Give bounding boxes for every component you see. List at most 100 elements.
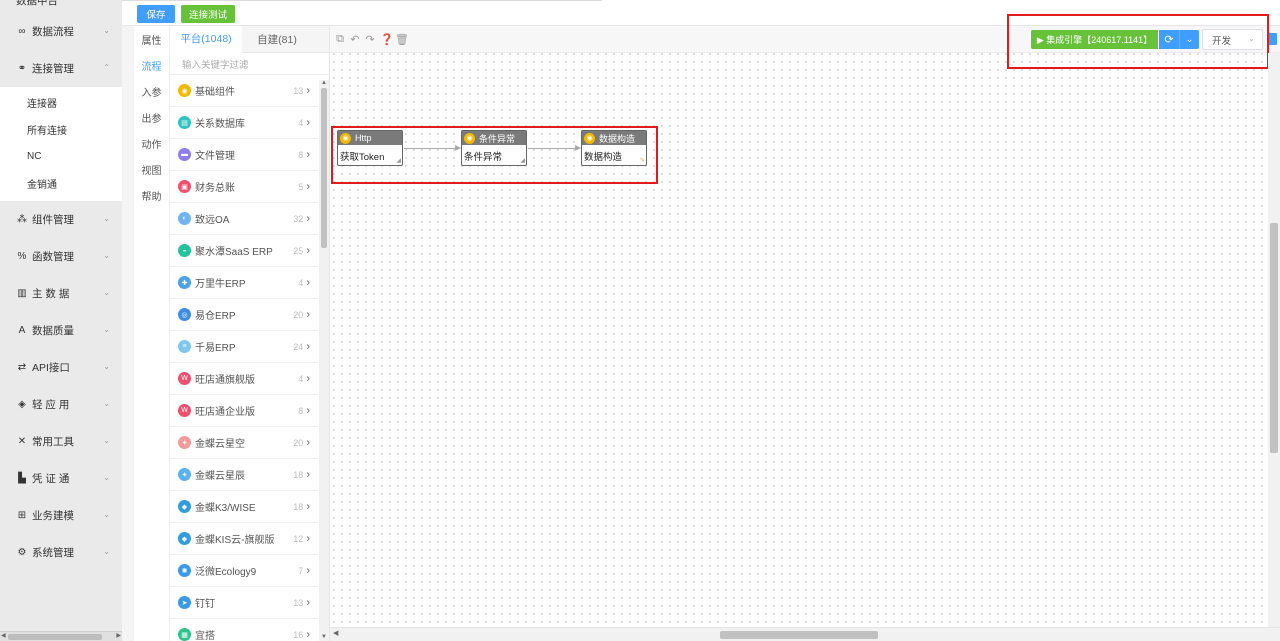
component-category-name: 财务总账: [195, 183, 235, 194]
component-category-item[interactable]: W 旺店通企业版 8: [170, 395, 318, 427]
chevron-down-icon: ⌄: [103, 362, 110, 371]
component-category-icon: ✚: [178, 276, 191, 289]
sidebar-item-tools[interactable]: ✕ 常用工具 ⌄: [0, 423, 122, 460]
sidebar-item-data-quality[interactable]: A 数据质量 ⌄: [0, 312, 122, 349]
component-category-item[interactable]: ◆ 金蝶KIS云-旗舰版 12: [170, 523, 318, 555]
sidebar-item-partial[interactable]: 数据中台: [0, 0, 122, 13]
help-icon[interactable]: ❓: [380, 33, 394, 46]
scrollbar-thumb[interactable]: [321, 88, 327, 248]
sidebar-item-master-data[interactable]: ▥ 主 数 据 ⌄: [0, 275, 122, 312]
connection-test-button[interactable]: 连接测试: [181, 5, 235, 23]
component-category-name: 金蝶云星空: [195, 439, 245, 450]
component-category-item[interactable]: ≡ 千易ERP 24: [170, 331, 318, 363]
scroll-left-icon[interactable]: ◀: [1, 632, 6, 639]
scrollbar-thumb[interactable]: [1270, 223, 1278, 453]
component-category-icon: W: [178, 372, 191, 385]
component-category-item[interactable]: ◒ 聚水潭SaaS ERP 25: [170, 235, 318, 267]
link-icon: ⚭: [17, 63, 27, 74]
component-panel: 平台(1048) 自建(81) 输入关键字过滤 ◉ 基础组件 13 ▤ 关系数据库 4 ▬ 文…: [170, 26, 330, 641]
component-category-name: 易仓ERP: [195, 311, 236, 322]
scroll-up-icon[interactable]: ▲: [321, 80, 327, 86]
scroll-right-icon[interactable]: ▶: [116, 632, 121, 639]
canvas-horizontal-scrollbar[interactable]: ◀: [330, 627, 1280, 641]
sidebar-item-business-modeling[interactable]: ⊞ 业务建模 ⌄: [0, 497, 122, 534]
component-category-name: 千易ERP: [195, 343, 236, 354]
component-category-count: 4: [298, 277, 310, 289]
component-category-item[interactable]: ✺ 泛微Ecology9 7: [170, 555, 318, 587]
chevron-down-icon: ⌄: [103, 510, 110, 519]
tab-custom[interactable]: 自建(81): [242, 26, 312, 53]
tab-output-params[interactable]: 出参: [134, 104, 169, 130]
component-category-item[interactable]: ➤ 钉钉 13: [170, 587, 318, 619]
sidebar-item-function-management[interactable]: % 函数管理 ⌄: [0, 238, 122, 275]
component-category-count: 7: [298, 565, 310, 577]
redo-icon[interactable]: ↷: [364, 33, 376, 46]
component-category-count: 32: [293, 213, 310, 225]
panel-tabs: 属性 流程 入参 出参 动作 视图 帮助: [134, 26, 170, 641]
sidebar-horizontal-scrollbar[interactable]: ◀ ▶: [0, 631, 122, 641]
component-category-count: 25: [293, 245, 310, 257]
component-category-icon: ✦: [178, 436, 191, 449]
components-icon: ⁂: [17, 214, 27, 225]
grid-icon: ⊞: [17, 510, 27, 521]
sidebar-item-connection-management[interactable]: ⚭ 连接管理 ⌃: [0, 50, 122, 87]
component-category-item[interactable]: ✦ 金蝶云星辰 18: [170, 459, 318, 491]
chevron-down-icon: ⌄: [103, 473, 110, 482]
tab-platform[interactable]: 平台(1048): [170, 26, 242, 53]
component-category-icon: ✺: [178, 564, 191, 577]
component-category-item[interactable]: ✚ 万里牛ERP 4: [170, 267, 318, 299]
tab-flow[interactable]: 流程: [134, 52, 169, 78]
sidebar-item-voucher[interactable]: ▙ 凭 证 通 ⌄: [0, 460, 122, 497]
component-category-item[interactable]: ◉ 基础组件 13: [170, 75, 318, 107]
component-category-item[interactable]: ◎ 易仓ERP 20: [170, 299, 318, 331]
tab-view[interactable]: 视图: [134, 156, 169, 182]
flow-canvas[interactable]: [330, 26, 1280, 641]
sidebar-subitem-all-connections[interactable]: 所有连接: [0, 116, 122, 143]
sidebar-item-label: 轻 应 用: [32, 399, 70, 411]
component-category-item[interactable]: W 旺店通旗舰版 4: [170, 363, 318, 395]
component-category-icon: ◉: [178, 84, 191, 97]
component-category-item[interactable]: ▣ 财务总账 5: [170, 171, 318, 203]
sidebar-subitem-nc[interactable]: NC: [0, 143, 122, 170]
component-list-scrollbar[interactable]: ▲ ▼: [319, 80, 329, 641]
sidebar-item-api[interactable]: ⇄ API接口 ⌄: [0, 349, 122, 386]
cube-icon: ◈: [18, 399, 26, 410]
delete-icon[interactable]: 🗑: [395, 33, 409, 46]
sidebar-item-light-app[interactable]: ◈ 轻 应 用 ⌄: [0, 386, 122, 423]
sidebar-subitem-connector[interactable]: 连接器: [0, 89, 122, 116]
search-input[interactable]: 输入关键字过滤: [170, 53, 329, 75]
tools-icon: ✕: [17, 436, 27, 447]
component-category-name: 泛微Ecology9: [195, 567, 257, 578]
component-category-item[interactable]: ▦ 宜搭 16: [170, 619, 318, 641]
component-category-count: 8: [298, 405, 310, 417]
component-category-item[interactable]: ◐ 致远OA 32: [170, 203, 318, 235]
sidebar-item-component-management[interactable]: ⁂ 组件管理 ⌄: [0, 201, 122, 238]
component-category-item[interactable]: ▬ 文件管理 8: [170, 139, 318, 171]
scroll-down-icon[interactable]: ▼: [321, 634, 327, 640]
sidebar-item-label: 常用工具: [32, 436, 74, 448]
tab-help[interactable]: 帮助: [134, 182, 169, 208]
clipboard-icon[interactable]: [1268, 33, 1277, 45]
copy-icon[interactable]: ⧉: [334, 33, 346, 46]
scrollbar-thumb[interactable]: [8, 634, 102, 640]
sidebar-item-label: 系统管理: [32, 547, 74, 559]
component-category-item[interactable]: ✦ 金蝶云星空 20: [170, 427, 318, 459]
component-category-name: 聚水潭SaaS ERP: [195, 247, 273, 258]
scrollbar-thumb[interactable]: [720, 631, 878, 639]
sidebar-item-data-flow[interactable]: ∞ 数据流程 ⌄: [0, 13, 122, 50]
sidebar-item-label: 数据流程: [32, 26, 74, 38]
component-category-icon: ≡: [178, 340, 191, 353]
save-button[interactable]: 保存: [137, 5, 175, 23]
scroll-left-icon[interactable]: ◀: [333, 629, 338, 637]
tab-input-params[interactable]: 入参: [134, 78, 169, 104]
tab-actions[interactable]: 动作: [134, 130, 169, 156]
canvas-vertical-scrollbar[interactable]: [1268, 53, 1280, 631]
undo-icon[interactable]: ↶: [349, 33, 361, 46]
component-category-item[interactable]: ▤ 关系数据库 4: [170, 107, 318, 139]
sidebar-subitem-jinxiaotong[interactable]: 金销通: [0, 170, 122, 197]
tab-properties[interactable]: 属性: [134, 26, 169, 52]
sidebar-item-system-management[interactable]: ⚙ 系统管理 ⌄: [0, 534, 122, 571]
component-category-item[interactable]: ◆ 金蝶K3/WISE 18: [170, 491, 318, 523]
component-category-icon: ▣: [178, 180, 191, 193]
component-category-count: 24: [293, 341, 310, 353]
